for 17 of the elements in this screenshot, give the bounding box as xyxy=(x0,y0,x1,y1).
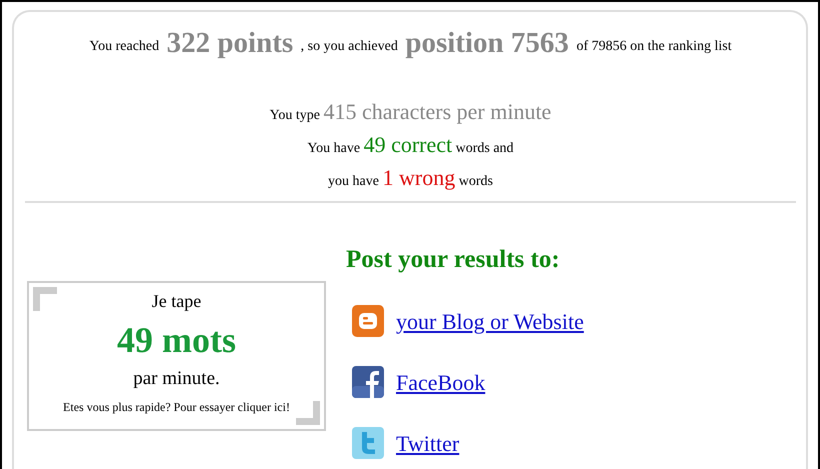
share-link[interactable]: FaceBook xyxy=(396,366,486,399)
share-link[interactable]: Twitter xyxy=(396,426,460,460)
share-heading: Post your results to: xyxy=(346,244,561,275)
challenge-text: Etes vous plus rapide? Pour essayer cliquer ici! xyxy=(63,398,290,416)
twitter-icon[interactable] xyxy=(352,427,384,460)
intro-text: Je tape xyxy=(152,290,202,313)
corner-icon xyxy=(33,286,57,311)
typing-badge[interactable]: Je tape 49 mots par minute. Etes vous plus rapide? Pour essayer cliquer ici! xyxy=(27,280,326,431)
corner-icon xyxy=(296,400,320,425)
word-count: 49 mots xyxy=(117,318,236,362)
stat-sentence: you have 1 wrong words xyxy=(327,164,494,192)
stat-sentence: You have 49 correct words and xyxy=(306,130,515,159)
blogger-icon[interactable] xyxy=(352,305,384,338)
facebook-icon[interactable] xyxy=(352,366,384,398)
stat-sentence: You type 415 characters per minute xyxy=(268,98,552,126)
share-link[interactable]: your Blog or Website xyxy=(396,304,584,338)
unit-text: par minute. xyxy=(133,367,220,392)
